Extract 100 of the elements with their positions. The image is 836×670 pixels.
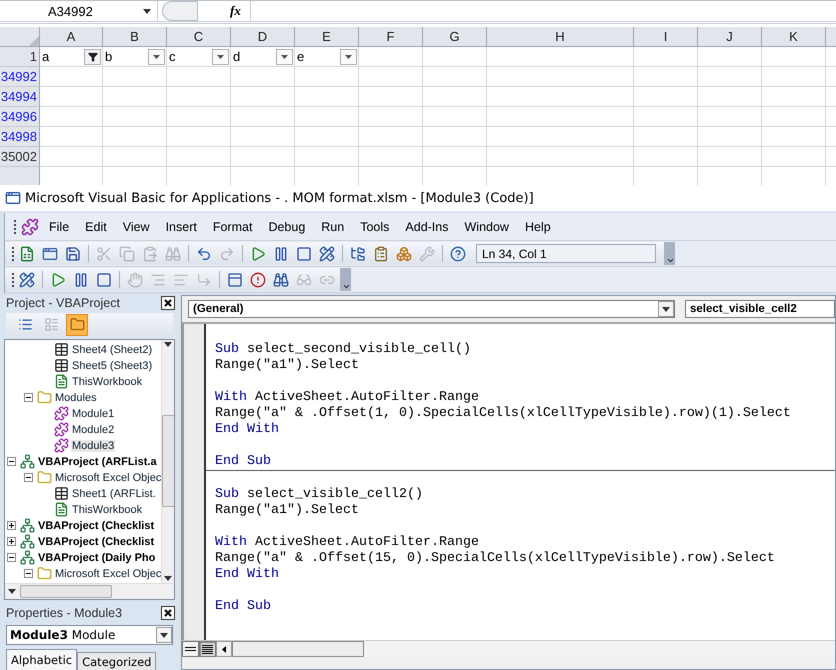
table-cell[interactable] — [423, 127, 487, 147]
table-cell[interactable] — [40, 147, 103, 167]
table-cell[interactable] — [634, 87, 698, 107]
table-cell[interactable] — [231, 107, 295, 127]
table-cell[interactable] — [762, 107, 826, 127]
close-button[interactable] — [161, 606, 175, 620]
tree-item[interactable]: Module2 — [71, 424, 116, 436]
full-module-view-button[interactable] — [199, 641, 216, 657]
row-header[interactable]: 1 — [0, 47, 40, 67]
table-cell[interactable] — [167, 107, 231, 127]
table-cell[interactable] — [103, 87, 167, 107]
table-cell[interactable] — [423, 87, 487, 107]
scroll-left-button[interactable] — [216, 641, 232, 657]
overflow-button[interactable] — [341, 268, 351, 291]
column-header[interactable]: C — [167, 27, 231, 47]
table-cell[interactable] — [231, 127, 295, 147]
table-cell[interactable] — [487, 87, 634, 107]
table-cell[interactable] — [762, 47, 826, 67]
row-header[interactable]: 35002 — [0, 147, 40, 167]
menu-item[interactable]: File — [43, 218, 76, 236]
object-dropdown[interactable]: (General) — [188, 300, 675, 318]
dropdown-button[interactable] — [156, 627, 172, 644]
table-cell[interactable] — [103, 127, 167, 147]
table-cell[interactable] — [634, 67, 698, 87]
table-cell[interactable] — [359, 67, 423, 87]
tree-item[interactable]: VBAProject (Daily Pho — [37, 552, 156, 564]
tree-item[interactable]: VBAProject (Checklist — [37, 520, 156, 532]
expander-icon[interactable] — [7, 457, 16, 466]
table-cell[interactable] — [295, 147, 359, 167]
table-cell[interactable] — [698, 87, 762, 107]
tab[interactable]: Categorized — [77, 652, 156, 670]
splitter-handle[interactable] — [162, 1, 198, 21]
tree-item[interactable]: Module3 — [71, 440, 116, 452]
table-cell[interactable] — [634, 107, 698, 127]
column-header[interactable]: F — [359, 27, 423, 47]
table-cell[interactable] — [487, 107, 634, 127]
table-cell[interactable] — [698, 67, 762, 87]
table-cell[interactable] — [762, 147, 826, 167]
menu-item[interactable]: Format — [206, 218, 258, 236]
table-cell[interactable] — [698, 47, 762, 67]
table-cell[interactable] — [359, 87, 423, 107]
tree-item[interactable]: Sheet5 (Sheet3) — [71, 360, 154, 372]
table-cell[interactable] — [103, 147, 167, 167]
column-header[interactable]: B — [103, 27, 167, 47]
tree-item[interactable]: VBAProject (ARFList.a — [37, 456, 158, 468]
table-cell[interactable] — [167, 87, 231, 107]
object-dropdown[interactable]: Module3 Module — [6, 625, 173, 645]
table-cell[interactable] — [359, 107, 423, 127]
table-cell[interactable] — [423, 47, 487, 67]
column-header[interactable]: A — [40, 27, 103, 47]
table-cell[interactable] — [40, 67, 103, 87]
table-cell[interactable] — [295, 87, 359, 107]
scrollbar[interactable] — [161, 340, 174, 584]
table-cell[interactable] — [634, 147, 698, 167]
menu-item[interactable]: Run — [315, 218, 350, 236]
column-header[interactable]: E — [295, 27, 359, 47]
table-cell[interactable] — [423, 107, 487, 127]
table-cell[interactable] — [487, 127, 634, 147]
procedure-dropdown[interactable]: select_visible_cell2 — [685, 300, 835, 318]
tree-item[interactable]: Microsoft Excel Objec — [54, 472, 161, 484]
expander-icon[interactable] — [7, 521, 16, 530]
table-cell[interactable] — [40, 107, 103, 127]
tree-item[interactable]: Module1 — [71, 408, 116, 420]
table-cell[interactable] — [167, 147, 231, 167]
menu-item[interactable]: View — [116, 218, 156, 236]
expander-icon[interactable] — [7, 537, 16, 546]
close-button[interactable] — [161, 296, 175, 310]
filter-button[interactable] — [276, 48, 293, 64]
tree-item[interactable]: ThisWorkbook — [71, 376, 144, 388]
expander-icon[interactable] — [24, 393, 33, 402]
column-header[interactable]: G — [423, 27, 487, 47]
scrollbar[interactable] — [5, 583, 174, 600]
table-cell[interactable] — [698, 127, 762, 147]
filter-button[interactable] — [212, 48, 229, 64]
menu-item[interactable]: Insert — [160, 218, 203, 236]
table-cell[interactable] — [762, 127, 826, 147]
menu-item[interactable]: Add-Ins — [399, 218, 454, 236]
table-cell[interactable] — [359, 127, 423, 147]
column-header[interactable]: J — [698, 27, 762, 47]
tree-item[interactable]: VBAProject (Checklist — [37, 536, 156, 548]
table-cell[interactable] — [231, 67, 295, 87]
tree-item[interactable]: Microsoft Excel Objec — [54, 568, 161, 580]
table-cell[interactable] — [762, 87, 826, 107]
table-cell[interactable] — [359, 147, 423, 167]
toolbar-grip-icon[interactable] — [13, 218, 17, 234]
toolbar-grip-icon[interactable] — [11, 246, 15, 262]
filter-button[interactable] — [340, 48, 357, 64]
table-cell[interactable] — [295, 107, 359, 127]
toolbar-grip-icon[interactable] — [11, 272, 15, 288]
name-box[interactable]: A34992 — [0, 1, 158, 21]
folder-button[interactable] — [66, 314, 88, 336]
table-cell[interactable] — [359, 47, 423, 67]
table-cell[interactable] — [487, 47, 634, 67]
table-cell[interactable] — [40, 127, 103, 147]
table-cell[interactable] — [103, 67, 167, 87]
menu-item[interactable]: Help — [518, 218, 557, 236]
tree-item[interactable]: Sheet4 (Sheet2) — [71, 344, 154, 356]
table-cell[interactable] — [634, 47, 698, 67]
column-header[interactable]: I — [634, 27, 698, 47]
tree-item[interactable]: ThisWorkbook — [71, 504, 144, 516]
